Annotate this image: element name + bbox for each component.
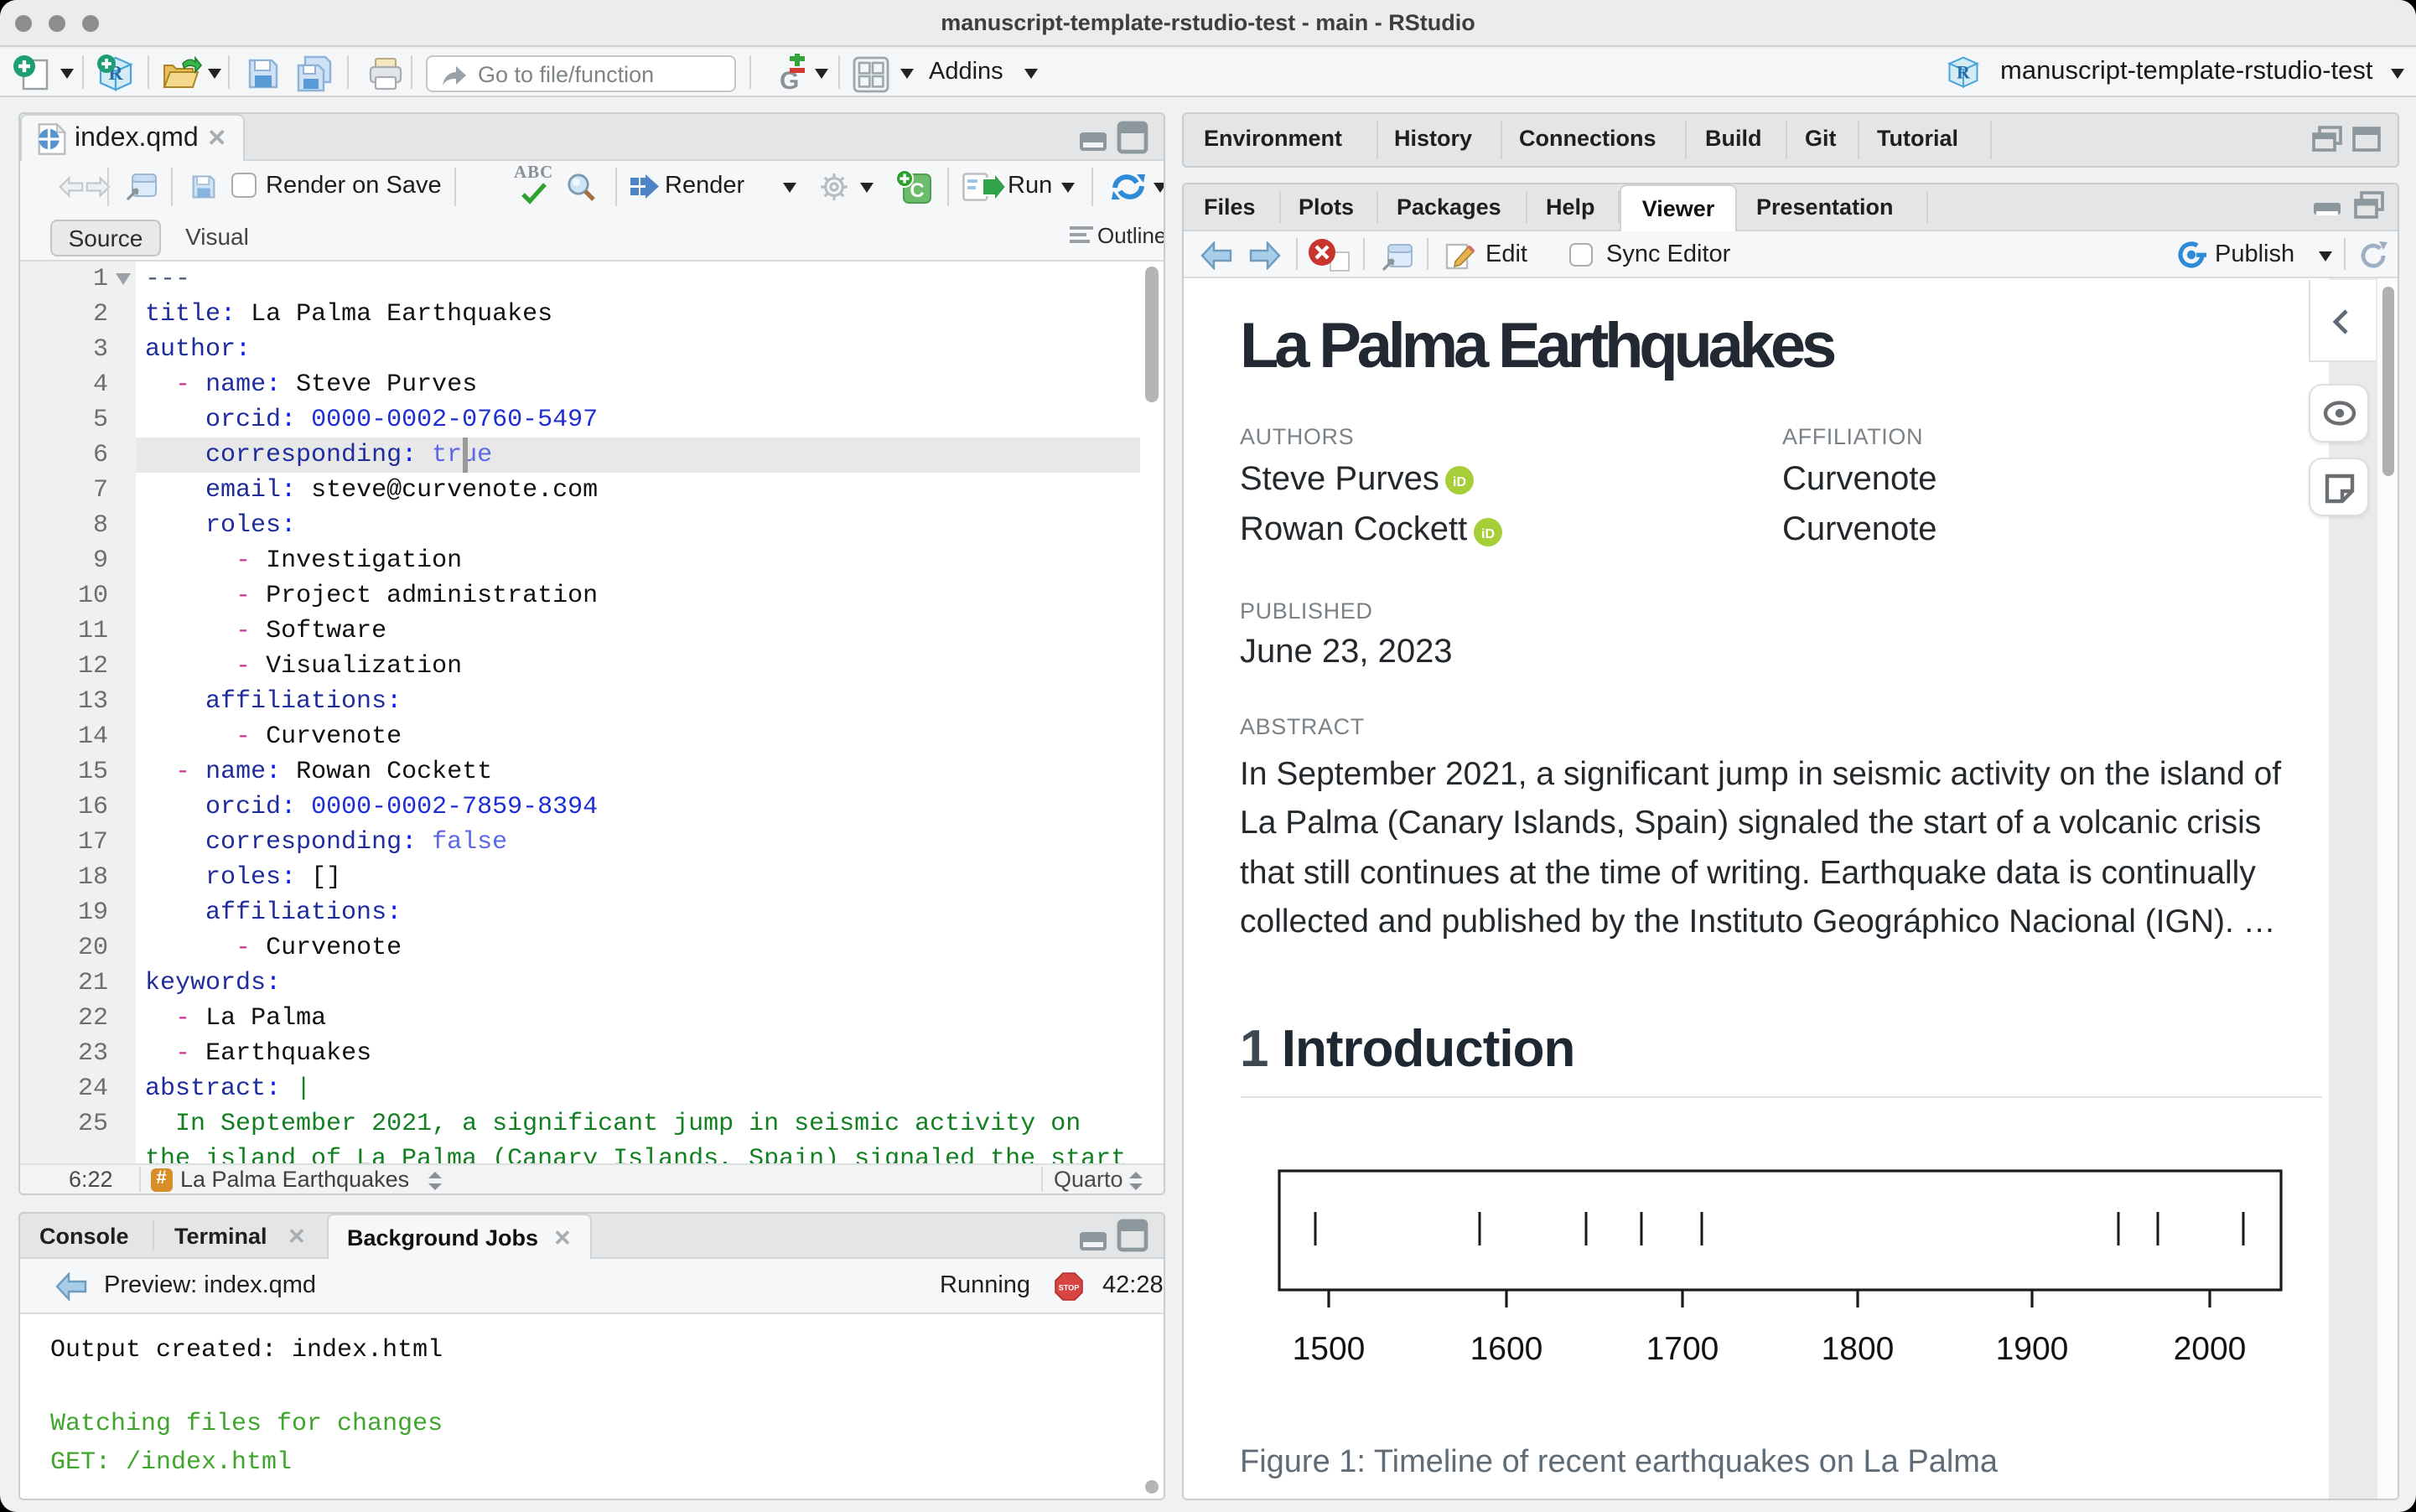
svg-text:2000: 2000 bbox=[2173, 1331, 2246, 1367]
svg-text:1900: 1900 bbox=[1995, 1331, 2068, 1367]
svg-text:STOP: STOP bbox=[1058, 1284, 1079, 1292]
svg-text:1500: 1500 bbox=[1292, 1331, 1365, 1367]
svg-text:iD: iD bbox=[1480, 526, 1494, 541]
svg-text:iD: iD bbox=[1452, 475, 1465, 489]
svg-text:1800: 1800 bbox=[1821, 1331, 1894, 1367]
svg-text:R: R bbox=[1957, 61, 1971, 82]
svg-text:1600: 1600 bbox=[1470, 1331, 1542, 1367]
svg-text:1700: 1700 bbox=[1646, 1331, 1719, 1367]
